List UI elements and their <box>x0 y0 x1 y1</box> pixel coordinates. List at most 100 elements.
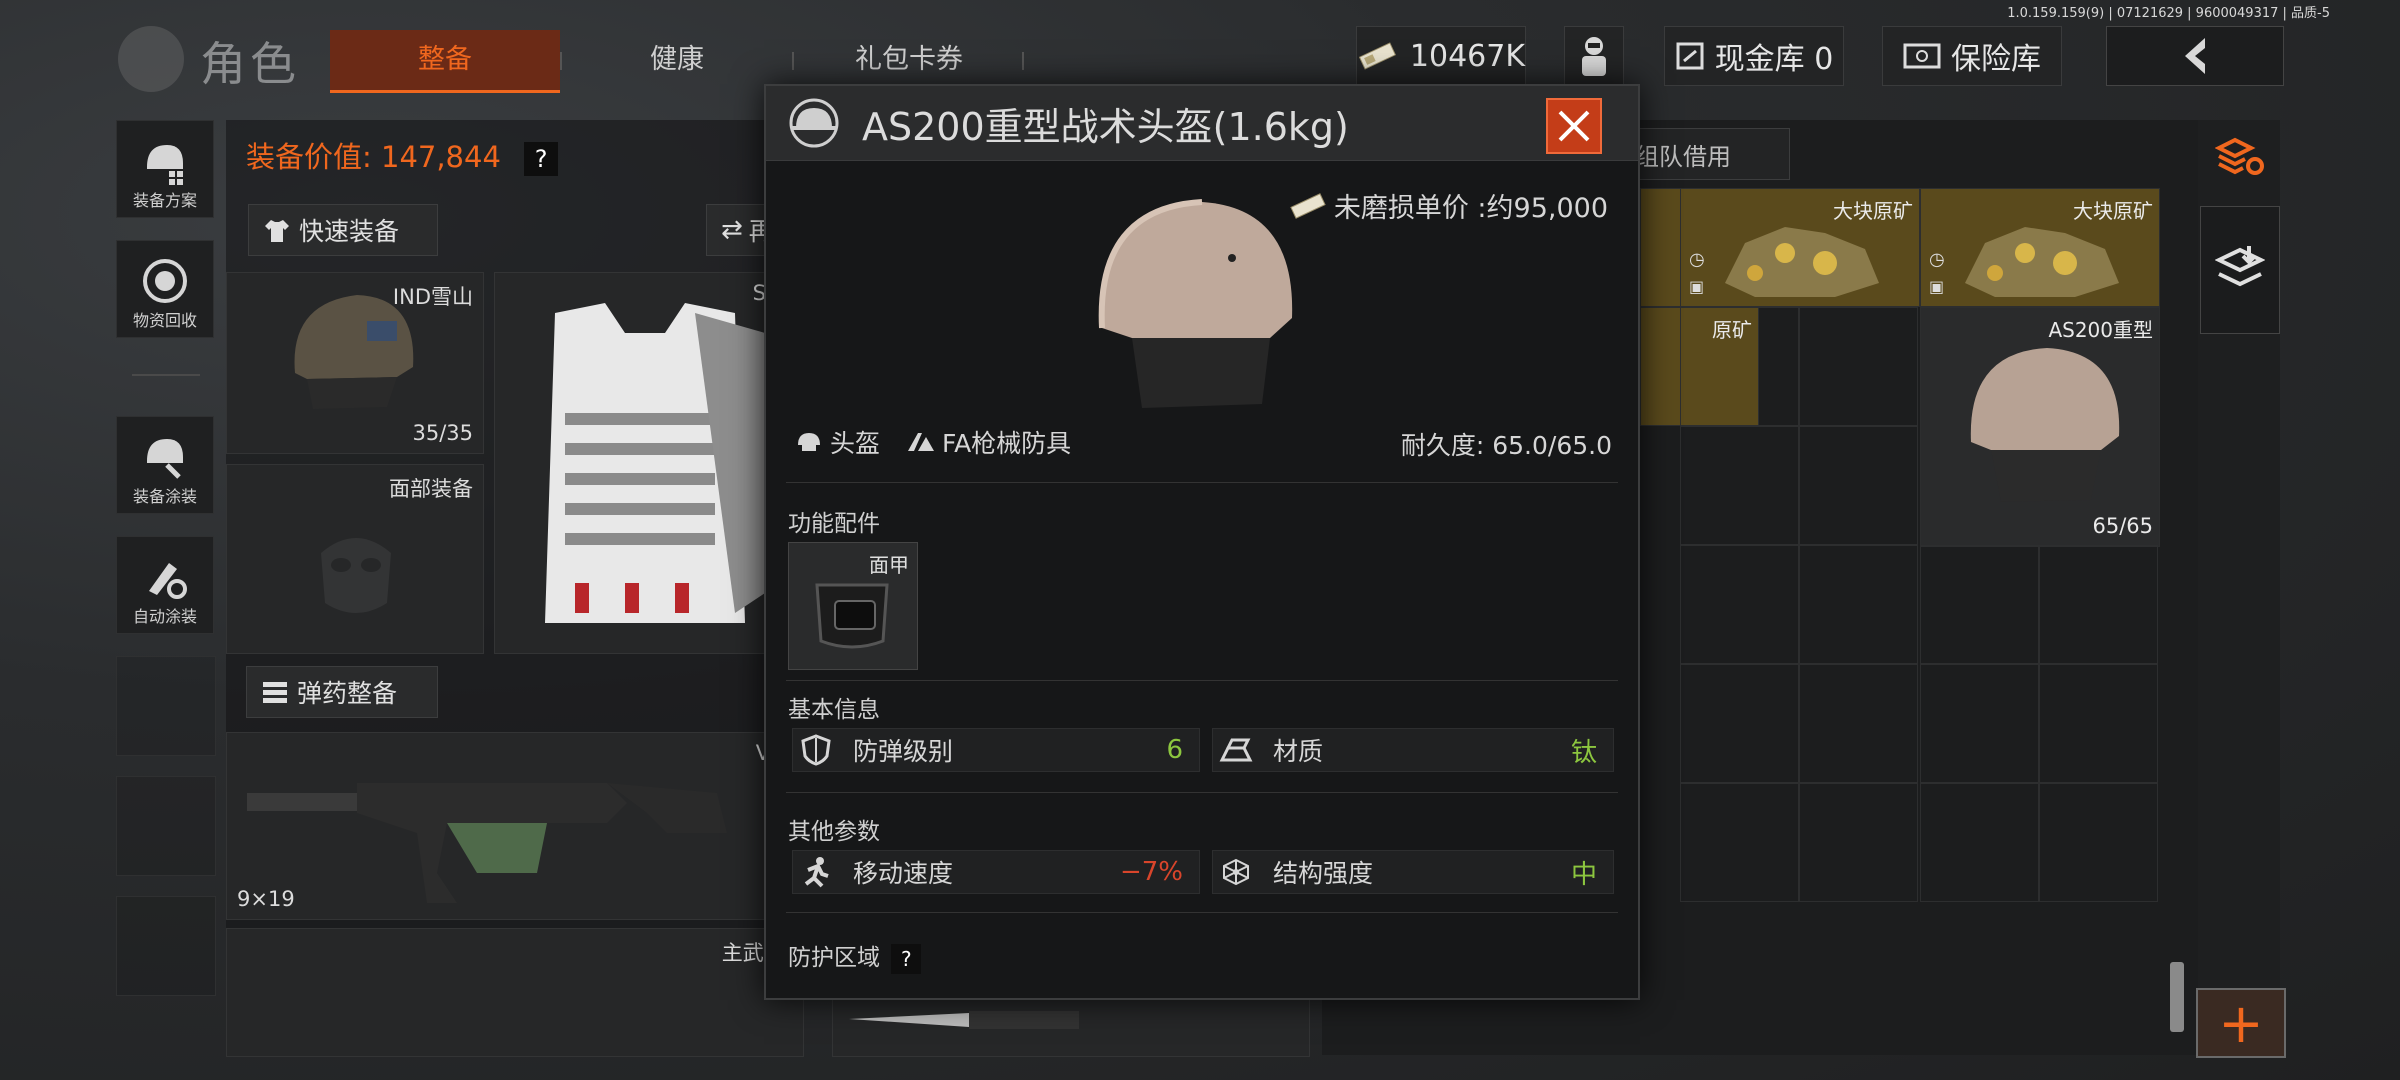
helmet-slot[interactable]: IND雪山 35/35 <box>226 272 484 454</box>
visor-image <box>815 583 889 649</box>
grid-cell-empty[interactable] <box>1799 545 1918 664</box>
item-brand: FA枪械防具 <box>906 424 1071 460</box>
grid-cell-empty[interactable] <box>1680 783 1799 902</box>
ammo-prep-label: 弹药整备 <box>297 679 398 708</box>
weapon-slot[interactable]: Vec 9×19 3 <box>226 732 804 920</box>
helmet-slot-label: IND雪山 <box>392 285 473 309</box>
currency-display[interactable]: 10467K <box>1356 26 1526 86</box>
cash-stack-icon <box>1358 42 1396 70</box>
grid-cell-empty[interactable] <box>1920 664 2039 783</box>
version-info: 1.0.159.159(9) | 07121629 | 9600049317 |… <box>2007 6 2330 21</box>
team-borrow-label: 组队借用 <box>1635 142 1731 171</box>
shield-icon <box>793 729 839 771</box>
grid-cell-empty[interactable] <box>1680 426 1799 545</box>
stat-label: 防弹级别 <box>853 737 954 766</box>
item-type-label: 头盔 <box>830 429 881 458</box>
soldier-avatar-icon <box>1582 37 1606 76</box>
weapon-caliber: 9×19 <box>237 887 295 911</box>
running-man-icon <box>793 851 839 893</box>
cash-vault-label: 现金库 0 <box>1714 42 1834 77</box>
help-icon[interactable]: ? <box>891 943 922 974</box>
grid-cell-empty[interactable] <box>2039 545 2158 664</box>
grid-cell-empty[interactable] <box>1799 426 1918 545</box>
sidebar-item-label: 物资回收 <box>132 311 197 330</box>
stash-switch-button[interactable] <box>2200 206 2280 334</box>
grid-cell-ore[interactable]: 大块原矿 ◷ ▣ <box>1920 188 2160 307</box>
helmet-slot-count: 35/35 <box>412 421 473 445</box>
add-button[interactable]: + <box>2196 988 2286 1058</box>
sidebar-item-loadout-plan[interactable]: 装备方案 <box>116 120 214 218</box>
cash-vault-button[interactable]: 现金库 0 <box>1664 26 1844 86</box>
stat-move-speed: 移动速度 −7% <box>792 850 1200 894</box>
knife-image <box>849 1011 1079 1029</box>
primary-weapon-slot[interactable]: 主武器( <box>226 928 804 1057</box>
tab-health[interactable]: 健康 <box>562 30 792 90</box>
grid-cell-empty[interactable] <box>2039 783 2158 902</box>
help-icon[interactable]: ? <box>524 142 559 176</box>
safe-box-label: 保险库 <box>1951 42 2041 77</box>
sort-button[interactable] <box>2210 126 2270 186</box>
box-icon: ▣ <box>1689 277 1705 296</box>
sidebar-item-label: 装备涂装 <box>132 487 197 506</box>
face-slot-label: 面部装备 <box>389 477 473 501</box>
sidebar-item-auto-paint[interactable]: 自动涂装 <box>116 536 214 634</box>
smg-image <box>247 783 727 903</box>
brand-logo-icon <box>908 433 934 451</box>
brush-gear-icon <box>149 563 187 599</box>
stat-protection-level: 防弹级别 6 <box>792 728 1200 772</box>
safe-box-button[interactable]: 保险库 <box>1882 26 2062 86</box>
grid-cell-empty[interactable] <box>1920 783 2039 902</box>
tab-gift-cards[interactable]: 礼包卡券 <box>794 30 1024 90</box>
chevron-left-icon <box>2185 38 2205 74</box>
ammo-prep-button[interactable]: 弹药整备 <box>246 666 438 718</box>
item-brand-label: FA枪械防具 <box>942 429 1072 458</box>
grid-cell-empty[interactable] <box>1799 664 1918 783</box>
grid-cell-empty[interactable] <box>1680 664 1799 783</box>
item-detail-modal: AS200重型战术头盔(1.6kg) 未磨损单价 :约95,000 头盔 FA枪… <box>764 84 1640 1000</box>
grid-cell-empty[interactable] <box>1799 783 1918 902</box>
close-button[interactable] <box>1546 98 1602 154</box>
price-text: 未磨损单价 :约95,000 <box>1333 193 1608 224</box>
grid-cell-empty[interactable] <box>1920 545 2039 664</box>
sidebar-empty-slot <box>116 896 216 996</box>
divider <box>786 912 1618 913</box>
grid-cell-empty[interactable] <box>1799 307 1918 426</box>
character-icon-button[interactable] <box>1564 26 1624 86</box>
shirt-icon <box>265 220 289 242</box>
stat-label: 移动速度 <box>853 859 954 888</box>
plus-icon: + <box>2218 991 2264 1055</box>
face-mask-placeholder-icon <box>321 538 391 613</box>
modal-header: AS200重型战术头盔(1.6kg) <box>766 86 1638 161</box>
refresh-icon: ⇄ <box>721 215 743 245</box>
grid-cell-ore[interactable]: 大块原矿 ◷ ▣ <box>1680 188 1920 307</box>
layers-download-icon <box>2215 246 2265 287</box>
grid-cell-empty[interactable] <box>1680 545 1799 664</box>
armor-slot[interactable]: SEK 5 <box>494 272 804 654</box>
sidebar-item-recycle[interactable]: 物资回收 <box>116 240 214 338</box>
scrollbar-thumb[interactable] <box>2170 962 2184 1032</box>
tab-prepare[interactable]: 整备 <box>330 30 560 93</box>
quick-equip-label: 快速装备 <box>299 217 400 246</box>
paint-helmet-icon <box>147 439 183 479</box>
basic-info-title: 基本信息 <box>788 697 880 723</box>
divider <box>786 482 1618 483</box>
back-button[interactable] <box>2106 26 2284 86</box>
grid-cell-empty[interactable] <box>1680 307 1799 426</box>
modal-title: AS200重型战术头盔(1.6kg) <box>862 105 1349 149</box>
face-slot[interactable]: 面部装备 <box>226 464 484 654</box>
grid-cell-empty[interactable] <box>2039 664 2158 783</box>
quick-equip-button[interactable]: 快速装备 <box>248 204 438 256</box>
stat-value: 中 <box>1570 859 1597 890</box>
team-borrow-button[interactable]: 组队借用 <box>1620 128 1790 180</box>
sidebar-item-paint[interactable]: 装备涂装 <box>116 416 214 514</box>
armor-vest-image <box>545 303 765 623</box>
clock-icon: ◷ <box>1689 249 1705 270</box>
sidebar-item-label: 自动涂装 <box>132 607 197 626</box>
ammo-icon <box>263 682 287 703</box>
grid-cell-helmet[interactable]: AS200重型 65/65 <box>1920 307 2160 547</box>
equipment-value-text: 装备价值: 147,844 <box>246 140 501 174</box>
ore-image <box>1725 227 1879 297</box>
attachment-slot-visor[interactable]: 面甲 <box>788 542 918 670</box>
item-type: 头盔 <box>796 424 880 460</box>
cash-stack-icon <box>1290 192 1326 219</box>
